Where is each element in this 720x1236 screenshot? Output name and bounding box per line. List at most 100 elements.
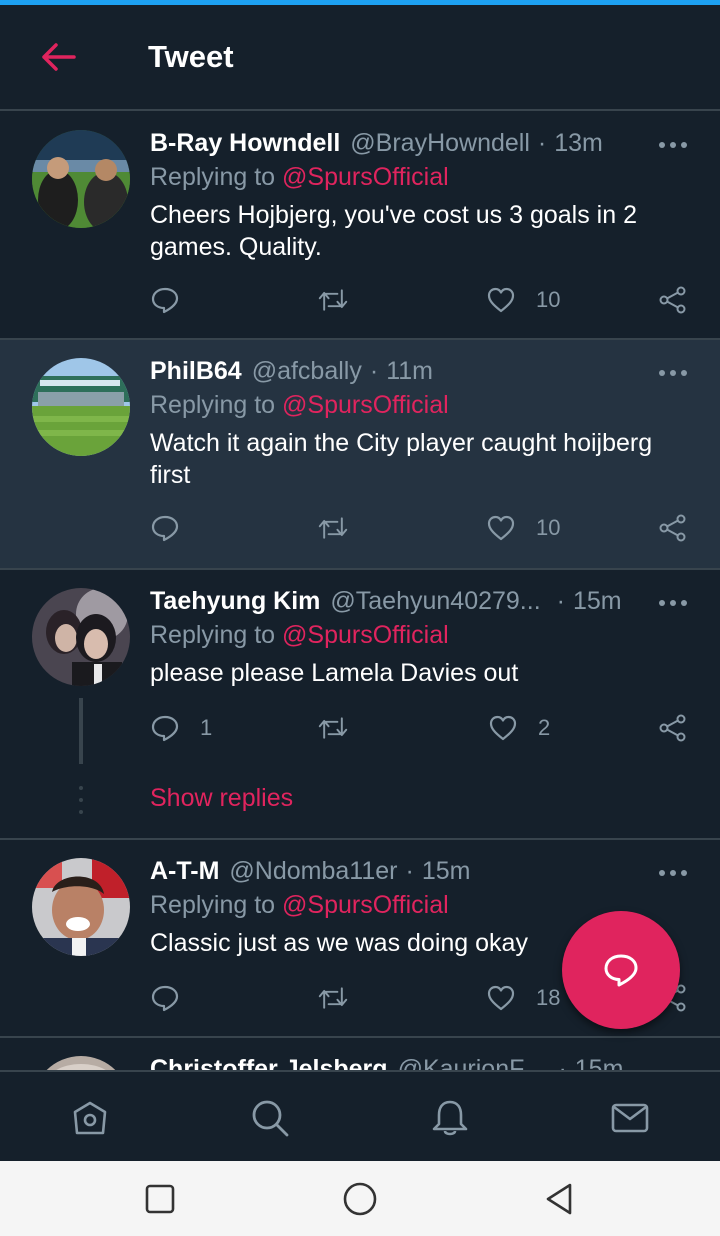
retweet-button[interactable] [318,283,348,317]
replying-to: Replying to @SpursOfficial [150,621,449,650]
user-handle[interactable]: @BrayHowndell [350,129,530,158]
like-button[interactable]: 10 [486,283,560,317]
reply-tweet[interactable]: Taehyung Kim @Taehyun40279... · 15m Repl… [0,570,720,840]
messages-icon [611,1103,649,1133]
display-name[interactable]: A-T-M [150,857,219,886]
retweet-icon [318,517,348,539]
retweet-button[interactable] [318,511,348,545]
reply-tweet[interactable]: PhilB64 @afcbally · 11m Replying to @Spu… [0,340,720,570]
avatar[interactable] [32,588,130,686]
tweet-text: Watch it again the City player caught ho… [150,429,653,489]
mention-link[interactable]: @SpursOfficial [282,891,449,919]
avatar[interactable] [32,358,130,456]
user-handle[interactable]: @Ndomba11er [229,857,397,886]
share-button[interactable] [658,711,688,745]
heart-icon [487,287,515,313]
separator-dot: · [537,128,547,157]
tweet-header: A-T-M @Ndomba11er · 15m [150,854,470,888]
reply-button[interactable] [150,981,180,1015]
tweet-actions: 10 [150,283,690,317]
compose-reply-icon [604,954,638,987]
tweet-header: B-Ray Howndell @BrayHowndell · 13m [150,126,603,160]
show-replies-link[interactable]: Show replies [150,784,293,813]
like-count: 18 [536,985,561,1010]
mention-link[interactable]: @SpursOfficial [282,163,449,191]
user-handle[interactable]: @KaurionF... [398,1055,543,1071]
more-options-icon[interactable] [658,367,688,379]
nav-messages[interactable] [610,1098,650,1138]
reply-tweet[interactable]: B-Ray Howndell @BrayHowndell · 13m Reply… [0,113,720,340]
thread-line [79,698,83,764]
nav-notifications[interactable] [430,1098,470,1138]
display-name[interactable]: Taehyung Kim [150,587,320,616]
home-circle-icon [343,1182,377,1216]
avatar[interactable] [32,1056,130,1070]
separator-dot: · [556,586,565,615]
like-button[interactable]: 10 [486,511,560,545]
retweet-button[interactable] [318,711,348,745]
tweet-text: Cheers Hojbjerg, you've cost us 3 goals … [150,201,637,261]
reply-tweet[interactable]: Christoffer Jelsberg @KaurionF... · 15m [0,1038,720,1070]
like-count: 10 [536,287,561,312]
back-button[interactable] [38,39,78,75]
back-triangle-icon [546,1183,572,1215]
avatar[interactable] [32,130,130,228]
timestamp: 13m [554,128,603,157]
system-navigation-bar [0,1161,720,1236]
separator-dot: · [369,356,379,385]
user-handle[interactable]: @afcbally [252,357,362,386]
reply-count: 1 [200,715,213,740]
like-button[interactable]: 18 [486,981,560,1015]
reply-button[interactable] [150,283,180,317]
avatar[interactable] [32,858,130,956]
thread-dots [79,786,83,822]
share-icon [659,514,686,542]
heart-icon [487,515,515,541]
timestamp: 15m [421,856,471,885]
home-system-button[interactable] [342,1181,378,1217]
mention-link[interactable]: @SpursOfficial [282,621,449,649]
more-options-icon[interactable] [658,597,688,609]
tweet-text: please please Lamela Davies out [150,659,519,687]
replying-label: Replying to [150,891,276,919]
retweet-icon [318,987,348,1009]
user-handle[interactable]: @Taehyun40279... [330,587,540,616]
search-icon [252,1100,289,1137]
tweet-actions: 10 [150,511,690,545]
share-icon [659,286,686,314]
reply-button[interactable]: 1 [150,711,212,745]
display-name[interactable]: B-Ray Howndell [150,129,340,158]
share-button[interactable] [658,511,688,545]
replying-label: Replying to [150,621,276,649]
display-name[interactable]: PhilB64 [150,357,242,386]
share-button[interactable] [658,283,688,317]
compose-reply-button[interactable] [562,911,680,1029]
separator-dot: · [405,856,414,885]
reply-button[interactable] [150,511,180,545]
more-options-icon[interactable] [658,867,688,879]
timestamp: 15m [574,1054,624,1071]
mention-link[interactable]: @SpursOfficial [282,391,449,419]
display-name[interactable]: Christoffer Jelsberg [150,1055,388,1071]
more-options-icon[interactable] [658,139,688,151]
like-count: 2 [538,715,551,740]
reply-icon [151,515,179,542]
tweet-header: Taehyung Kim @Taehyun40279... · 15m [150,584,622,618]
home-icon [73,1101,107,1135]
reply-icon [151,715,179,742]
replying-to: Replying to @SpursOfficial [150,163,449,192]
nav-search[interactable] [250,1098,290,1138]
back-system-button[interactable] [542,1181,578,1217]
top-bar: Tweet [0,5,720,111]
reply-icon [151,287,179,314]
nav-home[interactable] [70,1098,110,1138]
timestamp: 15m [572,586,622,615]
retweet-icon [318,289,348,311]
timestamp: 11m [386,356,433,385]
like-button[interactable]: 2 [488,711,550,745]
page-title: Tweet [148,39,234,74]
recents-button[interactable] [142,1181,178,1217]
heart-icon [489,715,517,741]
retweet-button[interactable] [318,981,348,1015]
tweet-header: PhilB64 @afcbally · 11m [150,354,433,388]
